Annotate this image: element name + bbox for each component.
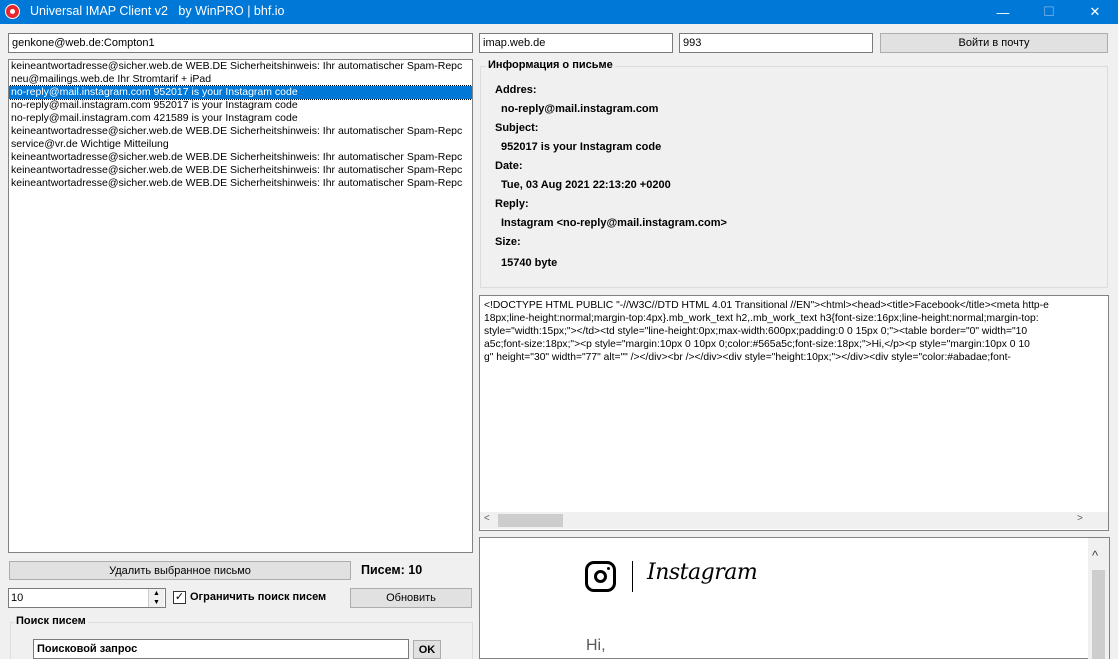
close-button[interactable]: ✕ [1072, 0, 1118, 24]
scroll-right-icon[interactable]: > [1077, 513, 1083, 524]
refresh-button[interactable]: Обновить [350, 588, 472, 608]
horizontal-scroll-thumb[interactable] [498, 514, 563, 527]
mail-list-item[interactable]: keineantwortadresse@sicher.web.de WEB.DE… [9, 60, 472, 73]
limit-checkbox-label: Ограничить поиск писем [190, 591, 327, 603]
minimize-button[interactable]: — [980, 0, 1026, 24]
mail-list-item[interactable]: no-reply@mail.instagram.com 952017 is yo… [9, 85, 472, 100]
address-value: no-reply@mail.instagram.com [501, 103, 659, 115]
mail-list[interactable]: keineantwortadresse@sicher.web.de WEB.DE… [8, 59, 473, 553]
source-textbox[interactable]: <!DOCTYPE HTML PUBLIC "-//W3C//DTD HTML … [479, 295, 1109, 531]
mail-list-item[interactable]: no-reply@mail.instagram.com 952017 is yo… [9, 99, 472, 112]
maximize-button[interactable]: ☐ [1026, 0, 1072, 24]
source-line: style="width:15px;"></td><td style="line… [484, 326, 1028, 337]
mail-list-item[interactable]: service@vr.de Wichtige Mitteilung [9, 138, 472, 151]
mail-list-item[interactable]: no-reply@mail.instagram.com 421589 is yo… [9, 112, 472, 125]
scroll-left-icon[interactable]: < [484, 513, 490, 524]
mail-list-item[interactable]: keineantwortadresse@sicher.web.de WEB.DE… [9, 125, 472, 138]
instagram-wordmark: Instagram [647, 560, 758, 585]
search-legend: Поиск писем [14, 615, 88, 627]
login-button[interactable]: Войти в почту [880, 33, 1108, 53]
limit-stepper[interactable]: ▲ ▼ [148, 589, 164, 607]
app-icon [5, 4, 20, 19]
horizontal-scrollbar[interactable] [480, 512, 1108, 529]
delete-mail-button[interactable]: Удалить выбранное письмо [9, 561, 351, 580]
account-input[interactable]: genkone@web.de:Compton1 [8, 33, 473, 53]
window-title: Universal IMAP Client v2 by WinPRO | bhf… [30, 4, 285, 18]
source-text: <!DOCTYPE HTML PUBLIC "-//W3C//DTD HTML … [484, 299, 1088, 364]
source-line: a5c;font-size:18px;"><p style="margin:10… [484, 339, 1030, 350]
logo-divider [632, 561, 633, 592]
limit-checkbox[interactable]: ✓ [173, 591, 186, 604]
search-input[interactable]: Поисковой запрос [33, 639, 409, 659]
address-label: Addres: [495, 84, 537, 96]
vertical-scroll-thumb[interactable] [1092, 570, 1105, 659]
limit-value: 10 [11, 592, 24, 604]
mail-list-item[interactable]: keineantwortadresse@sicher.web.de WEB.DE… [9, 151, 472, 164]
server-input[interactable]: imap.web.de [479, 33, 673, 53]
preview-greeting: Hi, [586, 637, 606, 654]
subject-value: 952017 is your Instagram code [501, 141, 662, 153]
reply-value: Instagram <no-reply@mail.instagram.com> [501, 217, 727, 229]
mail-list-item[interactable]: keineantwortadresse@sicher.web.de WEB.DE… [9, 164, 472, 177]
instagram-logo-icon [585, 561, 616, 592]
mail-count-label: Писем: 10 [361, 563, 423, 577]
limit-input[interactable]: 10 [8, 588, 166, 608]
source-line: <!DOCTYPE HTML PUBLIC "-//W3C//DTD HTML … [484, 300, 1049, 311]
scroll-up-icon[interactable]: ^ [1092, 548, 1098, 563]
source-line: g" height="30" width="77" alt="" /></div… [484, 352, 1011, 363]
mail-info-legend: Информация о письме [486, 59, 615, 71]
port-input[interactable]: 993 [679, 33, 873, 53]
subject-label: Subject: [495, 122, 539, 134]
date-value: Tue, 03 Aug 2021 22:13:20 +0200 [501, 179, 671, 191]
mail-list-item[interactable]: neu@mailings.web.de Ihr Stromtarif + iPa… [9, 73, 472, 86]
date-label: Date: [495, 160, 523, 172]
search-ok-button[interactable]: OK [413, 640, 441, 659]
size-value: 15740 byte [501, 257, 558, 269]
mail-info-group [480, 66, 1108, 288]
mail-list-item[interactable]: keineantwortadresse@sicher.web.de WEB.DE… [9, 177, 472, 190]
reply-label: Reply: [495, 198, 529, 210]
size-label: Size: [495, 236, 521, 248]
source-line: 18px;line-height:normal;margin-top:4px}.… [484, 313, 1039, 324]
html-preview[interactable] [479, 537, 1110, 659]
